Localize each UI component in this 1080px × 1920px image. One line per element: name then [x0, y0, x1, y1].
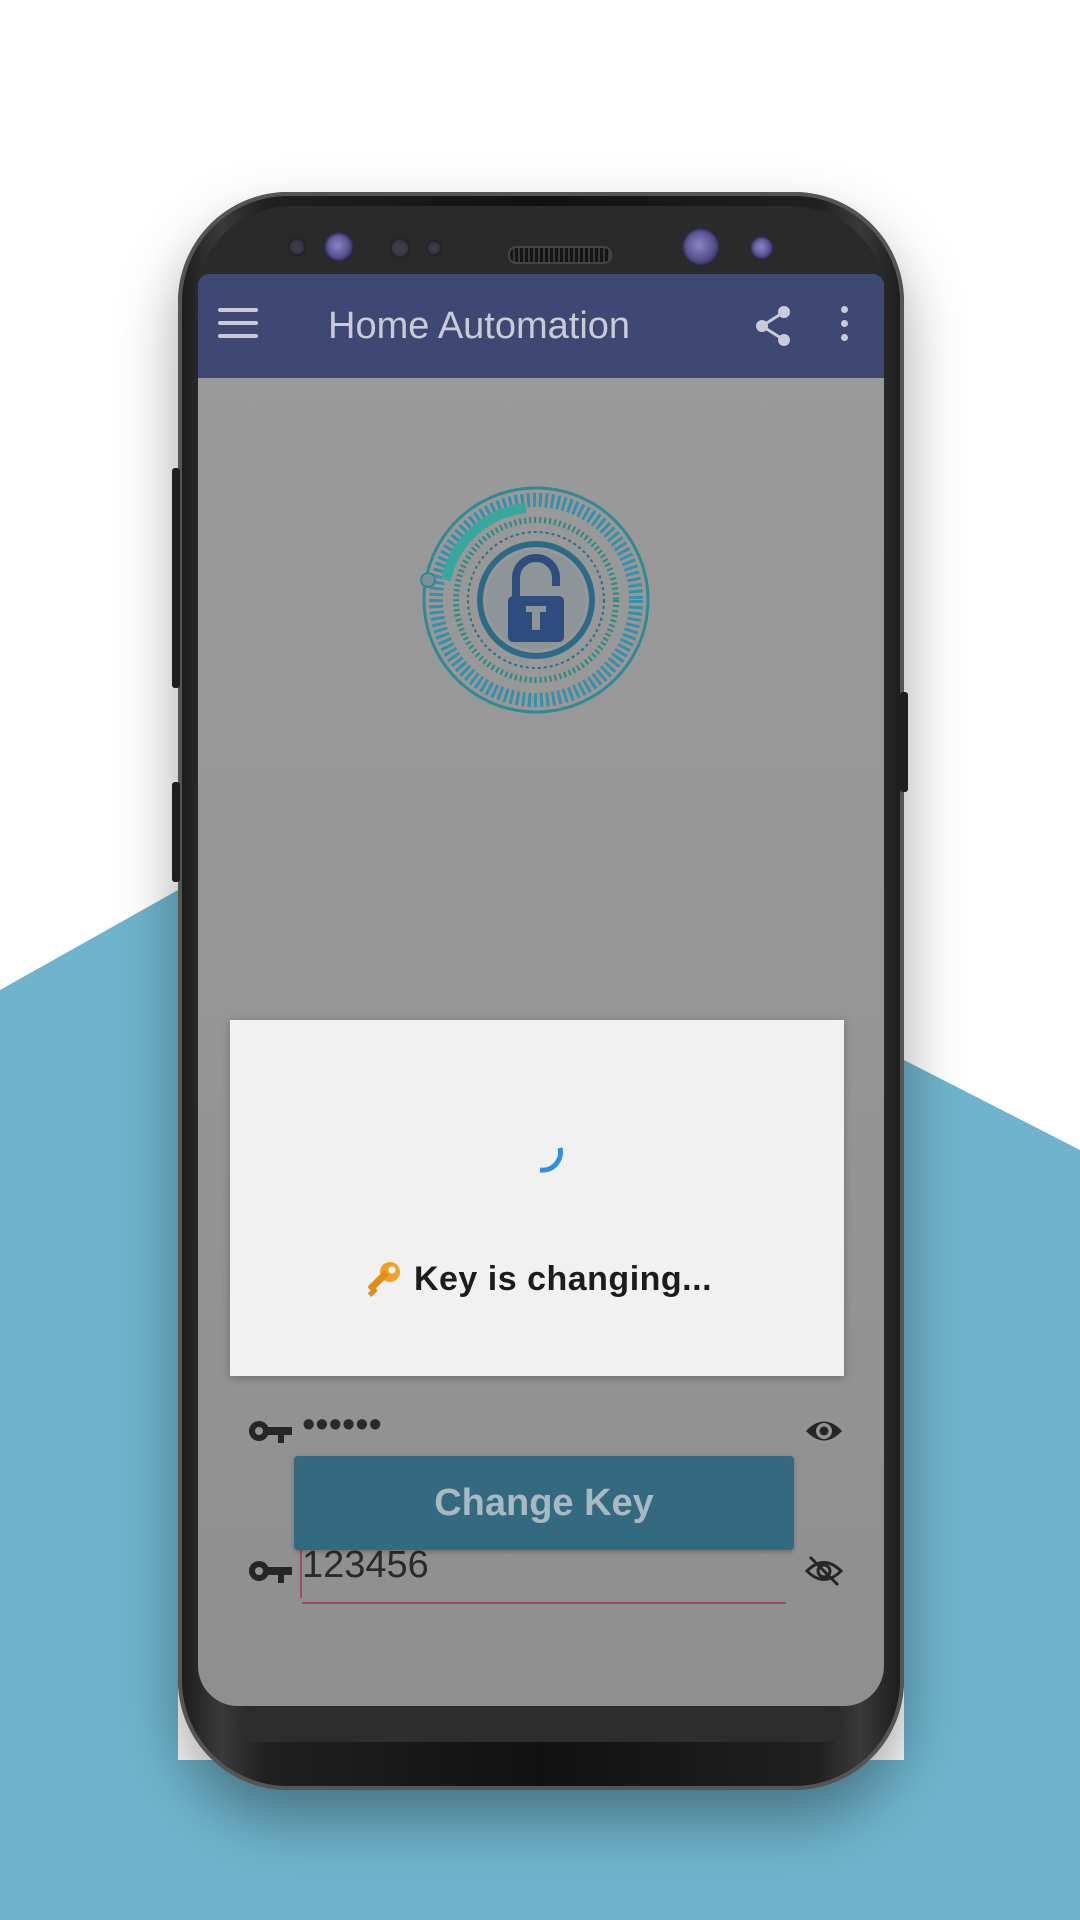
- key-icon: [249, 1421, 292, 1443]
- lock-icon: [420, 486, 650, 714]
- eye-icon[interactable]: [804, 1414, 844, 1448]
- iris-camera: [750, 236, 774, 260]
- earpiece-speaker: [508, 246, 612, 264]
- old-key-input[interactable]: ••••••: [302, 1404, 782, 1447]
- app-title: Home Automation: [328, 305, 631, 347]
- front-camera: [682, 228, 720, 266]
- new-key-input[interactable]: 123456: [302, 1544, 782, 1587]
- progress-dialog: Key is changing...: [230, 1020, 844, 1376]
- menu-icon[interactable]: [218, 308, 258, 342]
- key-icon: [367, 1262, 400, 1297]
- phone-frame: Home Automation Key is changing... •••••…: [172, 192, 908, 1790]
- dialog-message: Key is changing...: [230, 1260, 844, 1302]
- spinner-icon: [539, 1147, 563, 1173]
- power-button: [900, 692, 908, 792]
- iris-sensor: [324, 232, 354, 262]
- proximity-sensor: [288, 238, 306, 256]
- dialog-message-text: Key is changing...: [413, 1260, 713, 1298]
- more-vert-icon[interactable]: [836, 306, 852, 346]
- key-icon: [249, 1561, 292, 1583]
- app-bar: Home Automation: [198, 274, 884, 378]
- share-icon[interactable]: [754, 304, 794, 348]
- eye-off-icon[interactable]: [804, 1554, 844, 1588]
- light-sensor: [390, 238, 410, 258]
- assistant-button: [172, 782, 180, 882]
- sensor-dot: [426, 240, 442, 256]
- new-key-underline: [302, 1602, 786, 1604]
- volume-button: [172, 468, 180, 688]
- bottom-bezel: [238, 1706, 844, 1742]
- screen: Home Automation Key is changing... •••••…: [198, 274, 884, 1706]
- change-key-button[interactable]: Change Key: [294, 1456, 794, 1550]
